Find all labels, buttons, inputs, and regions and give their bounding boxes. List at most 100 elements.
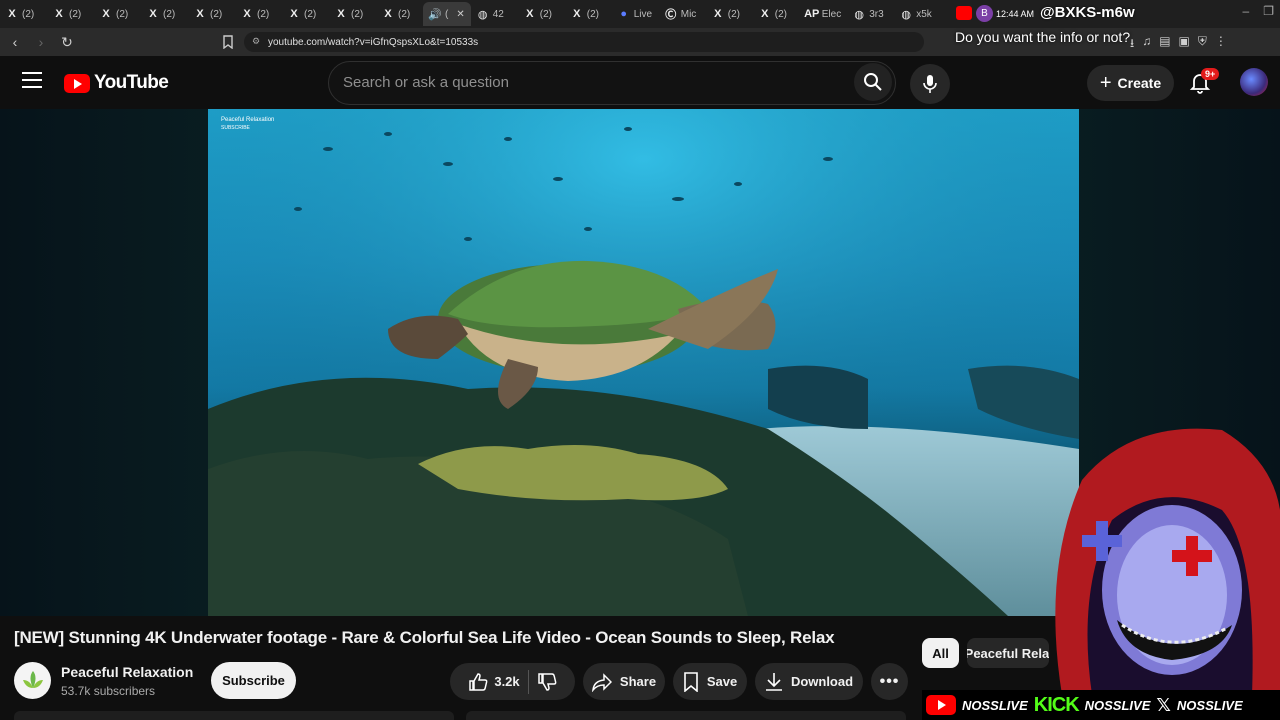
url-field[interactable]: ⚙ youtube.com/watch?v=iGfnQspsXLo&t=1053… [244,32,924,52]
bookmark-icon[interactable] [222,35,234,50]
more-actions-button[interactable]: ••• [871,663,908,700]
restore-icon[interactable]: ❐ [1263,4,1274,18]
globe-icon: ◍ [477,8,488,21]
browser-tab[interactable]: X (2) [329,2,376,26]
browser-tab[interactable]: AP Elec [800,2,847,26]
channel-logo-icon [22,670,43,688]
search-input[interactable] [343,74,823,91]
hamburger-menu-icon[interactable] [22,72,42,92]
logo-text: YouTube [94,72,169,93]
browser-tab[interactable]: X (2) [188,2,235,26]
overlay-avatar: B [976,5,993,22]
browser-tab[interactable]: X (2) [0,2,47,26]
browser-tab[interactable]: X (2) [141,2,188,26]
browser-tab[interactable]: X (2) [706,2,753,26]
x-logo-icon: X [196,8,204,20]
browser-tab[interactable]: X (2) [282,2,329,26]
site-info-icon[interactable]: ⚙ [252,36,264,48]
channel-avatar[interactable] [14,662,51,699]
search-button[interactable] [854,63,892,101]
wallet-icon[interactable]: ▣ [1179,34,1190,55]
overlay-question: Do you want the info or not? [955,29,1131,45]
tab-label: Live [633,8,653,20]
minimize-icon[interactable]: – [1243,4,1250,18]
channel-watermark: Peaceful Relaxation SUBSCRIBE [221,116,274,132]
x-logo-icon: X [337,8,345,20]
more-icon: ••• [879,672,900,690]
youtube-play-icon [64,73,90,93]
description-box-secondary[interactable] [466,711,906,720]
browser-tab[interactable]: X (2) [94,2,141,26]
live-icon: ● [620,8,628,20]
x-logo-icon: X [149,8,157,20]
like-button[interactable]: 3.2k [468,672,520,692]
browser-tab[interactable]: ◍ 3r3 [847,2,894,26]
divider [527,669,529,694]
reload-icon[interactable]: ↻ [56,31,78,53]
voice-search-button[interactable] [910,64,950,104]
bookmark-icon [684,671,698,692]
x-logo-icon: X [384,8,392,20]
browser-tab[interactable]: ◍ x5k [894,2,941,26]
video-player[interactable]: Peaceful Relaxation SUBSCRIBE [208,109,1079,616]
back-icon[interactable]: ‹ [4,31,26,53]
profile-avatar[interactable] [1240,68,1268,96]
menu-icon[interactable]: ⋮ [1215,34,1227,55]
share-icon [591,672,612,692]
browser-tab[interactable]: X (2) [235,2,282,26]
dislike-button[interactable] [537,672,557,692]
tab-label: (2) [398,8,411,20]
channel-name[interactable]: Peaceful Relaxation [61,664,193,680]
download-button[interactable]: Download [755,663,863,700]
share-button[interactable]: Share [583,663,665,700]
like-count: 3.2k [494,674,520,689]
tab-label: 42 [492,8,504,20]
tab-label: (2) [351,8,364,20]
browser-tab[interactable]: 🔊(✕ [423,2,471,26]
plus-icon: + [1099,71,1112,94]
x-handle: NOSSLIVE [1176,697,1243,713]
x-logo-icon: X [761,8,769,20]
tab-label: (2) [257,8,270,20]
like-dislike-group: 3.2k [450,663,575,700]
chip-from-channel[interactable]: From Peaceful Relaxation [967,638,1049,668]
chip-all[interactable]: All [922,638,959,668]
x-logo-icon: 𝕏 [1156,694,1171,715]
x-logo-icon: X [55,8,63,20]
browser-tab[interactable]: ◍ 42 [471,2,518,26]
create-label: Create [1117,75,1162,91]
browser-tab[interactable]: ● Live [612,2,659,26]
browser-tab[interactable]: X (2) [47,2,94,26]
watermark-subscribe: SUBSCRIBE [221,125,250,131]
create-button[interactable]: + Create [1087,65,1174,101]
tab-label: (2) [727,8,740,20]
tab-label: (2) [586,8,599,20]
subscribe-button[interactable]: Subscribe [211,662,296,699]
thumbs-down-icon [537,672,557,691]
tab-label: x5k [916,8,932,20]
browser-tab[interactable]: X (2) [565,2,612,26]
sidebar-icon[interactable]: ▤ [1159,34,1170,55]
window-controls: – ❐ [1243,4,1274,18]
browser-tab[interactable]: X (2) [518,2,565,26]
save-button[interactable]: Save [673,663,747,700]
youtube-icon [926,695,956,715]
tab-label: (2) [539,8,552,20]
music-icon[interactable]: ♫ [1142,34,1151,55]
kick-icon: KICK [1033,693,1080,716]
shield-icon[interactable]: ⛨ [1198,34,1207,55]
x-logo-icon: X [573,8,581,20]
browser-tab[interactable]: Ⓒ Mic [659,2,706,26]
forward-icon[interactable]: › [30,31,52,53]
download-icon[interactable]: ⭳ [1130,34,1134,55]
thumbs-up-icon [469,672,488,691]
tab-label: (2) [163,8,176,20]
description-box[interactable] [14,711,454,720]
youtube-logo[interactable]: YouTube [64,72,169,94]
browser-tab[interactable]: X (2) [753,2,800,26]
overlay-time: 12:44 AM [996,9,1035,19]
browser-tab[interactable]: X (2) [376,2,423,26]
x-logo-icon: X [526,8,534,20]
close-tab-icon[interactable]: ✕ [456,9,464,20]
youtube-handle: NOSSLIVE [962,697,1028,713]
